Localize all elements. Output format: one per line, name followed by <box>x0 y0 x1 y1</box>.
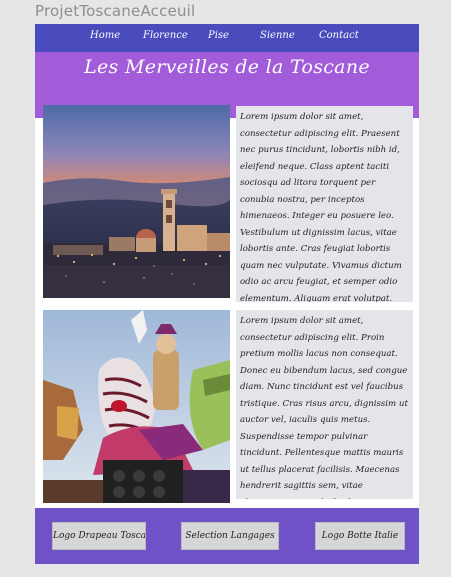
nav-item-pise[interactable]: Pise <box>208 30 229 41</box>
italy-boot-logo-button[interactable]: Logo Botte Italie <box>315 522 405 550</box>
window-title: ProjetToscaneAcceuil <box>35 2 196 20</box>
florence-cityscape-image <box>43 105 230 298</box>
browser-frame: ProjetToscaneAcceuil Home Florence Pise … <box>0 0 451 577</box>
page-title: Les Merveilles de la Toscane <box>84 56 370 78</box>
tuscany-flag-logo-button[interactable]: Logo Drapeau Toscane <box>52 522 146 550</box>
nav-item-florence[interactable]: Florence <box>143 30 188 41</box>
paragraph-2: Lorem ipsum dolor sit amet, consectetur … <box>236 310 413 499</box>
carnival-float-image <box>43 310 230 503</box>
web-page: Home Florence Pise Sienne Contact Les Me… <box>35 24 419 564</box>
nav-item-contact[interactable]: Contact <box>319 30 359 41</box>
language-selection-button[interactable]: Selection Langages <box>181 522 279 550</box>
paragraph-1: Lorem ipsum dolor sit amet, consectetur … <box>236 106 413 302</box>
nav-item-sienne[interactable]: Sienne <box>260 30 295 41</box>
nav-item-home[interactable]: Home <box>90 30 120 41</box>
nav-bar: Home Florence Pise Sienne Contact <box>35 24 419 52</box>
footer-bar: Logo Drapeau Toscane Selection Langages … <box>35 508 419 564</box>
